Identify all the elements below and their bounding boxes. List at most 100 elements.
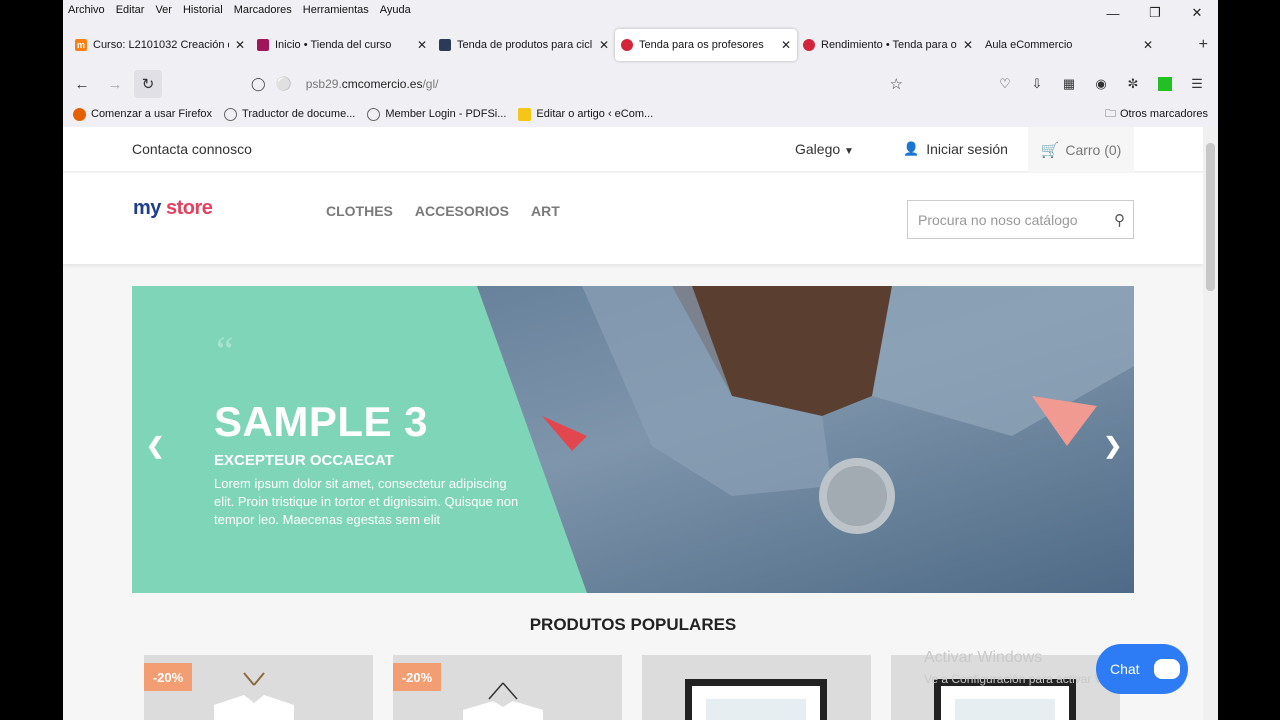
menu-ver[interactable]: Ver xyxy=(155,4,172,16)
bookmark-label: Member Login - PDFSi... xyxy=(385,108,507,120)
globe-icon xyxy=(224,107,238,121)
menu-accesorios[interactable]: ACCESORIOS xyxy=(415,203,509,219)
tab-tenda-profesores[interactable]: Tenda para os profesores ✕ xyxy=(615,29,797,61)
contact-link[interactable]: Contacta connosco xyxy=(132,141,252,157)
bookmark-label: Editar o artigo ‹ eCom... xyxy=(536,108,654,120)
menu-historial[interactable]: Historial xyxy=(183,4,223,16)
chat-bubble-icon xyxy=(1153,659,1180,679)
chevron-right-icon[interactable]: ❯ xyxy=(1104,433,1122,459)
login-link[interactable]: 👤 Iniciar sesión xyxy=(903,141,1008,157)
slide-title: SAMPLE 3 xyxy=(214,398,429,445)
bookmark-member-login[interactable]: Member Login - PDFSi... xyxy=(367,107,507,121)
globe-icon xyxy=(367,107,381,121)
tab-aula-ecommercio[interactable]: Aula eCommercio ✕ xyxy=(979,29,1159,61)
close-tab-icon[interactable]: ✕ xyxy=(963,38,973,52)
url-bar[interactable]: ◯ ⚪ psb29.cmcomercio.es/gl/ ☆ xyxy=(243,70,911,98)
menu-clothes[interactable]: CLOTHES xyxy=(326,203,393,219)
download-icon[interactable]: ⇩ xyxy=(1024,71,1050,97)
cart-button[interactable]: 🛒 Carro (0) xyxy=(1028,127,1134,172)
other-bookmarks-label: Otros marcadores xyxy=(1119,108,1208,120)
bookmarks-bar: Comenzar a usar Firefox Traductor de doc… xyxy=(63,104,1218,124)
logo-text-my: my xyxy=(133,197,161,219)
close-tab-icon[interactable]: ✕ xyxy=(1143,38,1153,52)
reload-icon[interactable]: ↻ xyxy=(134,70,162,98)
hamburger-menu-icon[interactable]: ☰ xyxy=(1184,71,1210,97)
product-card[interactable]: -20% xyxy=(144,655,373,720)
window-controls: — ❐ ✕ xyxy=(1092,0,1218,26)
url-subdomain: psb29. xyxy=(305,77,342,91)
back-icon[interactable]: ← xyxy=(68,70,96,98)
tab-title: Rendimiento • Tenda para o xyxy=(821,39,957,51)
account-icon[interactable]: ◉ xyxy=(1088,71,1114,97)
prestashop-icon xyxy=(803,39,815,51)
close-tab-icon[interactable]: ✕ xyxy=(599,38,609,52)
new-tab-icon[interactable]: + xyxy=(1199,36,1208,54)
bookmark-star-icon[interactable]: ☆ xyxy=(890,75,903,93)
tab-title: Tenda de produtos para cicl xyxy=(457,39,593,51)
search-icon[interactable]: ⚲ xyxy=(1114,211,1125,229)
chevron-left-icon[interactable]: ❮ xyxy=(146,433,164,459)
menu-editar[interactable]: Editar xyxy=(116,4,145,16)
scrollbar-thumb[interactable] xyxy=(1206,143,1215,291)
bookmark-firefox[interactable]: Comenzar a usar Firefox xyxy=(73,107,212,121)
caret-down-icon: ▼ xyxy=(844,146,854,157)
close-tab-icon[interactable]: ✕ xyxy=(417,38,427,52)
bookmark-label: Traductor de docume... xyxy=(242,108,356,120)
minimize-icon[interactable]: — xyxy=(1092,0,1134,26)
main-menu: CLOTHES ACCESORIOS ART xyxy=(326,203,582,219)
reader-icon[interactable]: ▦ xyxy=(1056,71,1082,97)
browser-window: Archivo Editar Ver Historial Marcadores … xyxy=(63,0,1218,720)
navigation-bar: ← → ↻ ◯ ⚪ psb29.cmcomercio.es/gl/ ☆ ♡ ⇩ … xyxy=(63,66,1218,102)
tab-title: Curso: L2101032 Creación d xyxy=(93,39,229,51)
close-tab-icon[interactable]: ✕ xyxy=(235,38,245,52)
menu-ayuda[interactable]: Ayuda xyxy=(380,4,411,16)
page-scrollbar[interactable] xyxy=(1203,127,1218,720)
shield-icon[interactable]: ◯ xyxy=(251,76,266,92)
product-card[interactable]: -20% xyxy=(393,655,622,720)
menu-herramientas[interactable]: Herramientas xyxy=(303,4,369,16)
extension-green-icon[interactable] xyxy=(1152,71,1178,97)
bookmark-editar[interactable]: Editar o artigo ‹ eCom... xyxy=(518,107,654,121)
url-path: /gl/ xyxy=(422,77,439,91)
close-window-icon[interactable]: ✕ xyxy=(1176,0,1218,26)
lock-icon[interactable]: ⚪ xyxy=(276,76,292,92)
slide-subtitle: EXCEPTEUR OCCAECAT xyxy=(214,452,394,469)
url-text[interactable]: psb29.cmcomercio.es/gl/ xyxy=(306,77,439,91)
menu-bar: Archivo Editar Ver Historial Marcadores … xyxy=(63,0,1218,20)
tab-inicio-tienda[interactable]: Inicio • Tienda del curso ✕ xyxy=(251,29,433,61)
language-selector[interactable]: Galego ▼ xyxy=(795,141,854,157)
header-top: Contacta connosco Galego ▼ 👤 Iniciar sesi… xyxy=(63,127,1203,172)
forward-icon[interactable]: → xyxy=(101,70,129,98)
tab-rendimiento[interactable]: Rendimiento • Tenda para o ✕ xyxy=(797,29,979,61)
discount-badge: -20% xyxy=(144,663,192,691)
close-tab-icon[interactable]: ✕ xyxy=(781,38,791,52)
menu-marcadores[interactable]: Marcadores xyxy=(234,4,292,16)
other-bookmarks[interactable]: 🗀 Otros marcadores xyxy=(1105,104,1208,124)
prestashop-icon xyxy=(621,39,633,51)
svg-text:“: “ xyxy=(216,328,234,373)
slide-caption: SAMPLE 3 EXCEPTEUR OCCAECAT Lorem ipsum … xyxy=(214,398,534,529)
search-box[interactable]: Procura no noso catálogo ⚲ xyxy=(907,200,1134,239)
chat-button[interactable]: Chat xyxy=(1096,644,1188,694)
pocket-icon[interactable]: ♡ xyxy=(992,71,1018,97)
toolbar-icons: ♡ ⇩ ▦ ◉ ✼ ☰ xyxy=(986,70,1210,98)
menu-archivo[interactable]: Archivo xyxy=(68,4,105,16)
product-card[interactable] xyxy=(642,655,871,720)
store-logo[interactable]: my store xyxy=(133,197,213,220)
logo-text-store: store xyxy=(165,197,213,219)
url-host: cmcomercio.es xyxy=(341,77,423,91)
login-label: Iniciar sesión xyxy=(926,141,1008,157)
user-icon: 👤 xyxy=(903,141,920,156)
hero-slider[interactable]: “ SAMPLE 3 EXCEPTEUR OCCAECAT Lorem ipsu… xyxy=(132,286,1134,593)
tab-strip: m Curso: L2101032 Creación d ✕ Inicio • … xyxy=(63,28,1218,62)
menu-art[interactable]: ART xyxy=(531,203,560,219)
tab-tenda-produtos[interactable]: Tenda de produtos para cicl ✕ xyxy=(433,29,615,61)
search-input[interactable]: Procura no noso catálogo xyxy=(918,212,1114,228)
extension-color-icon[interactable]: ✼ xyxy=(1120,71,1146,97)
cart-label: Carro (0) xyxy=(1065,141,1122,158)
bookmark-traductor[interactable]: Traductor de docume... xyxy=(224,107,356,121)
discount-badge: -20% xyxy=(393,663,441,691)
tab-curso[interactable]: m Curso: L2101032 Creación d ✕ xyxy=(69,29,251,61)
restore-icon[interactable]: ❐ xyxy=(1134,0,1176,26)
tab-title: Inicio • Tienda del curso xyxy=(275,39,392,51)
